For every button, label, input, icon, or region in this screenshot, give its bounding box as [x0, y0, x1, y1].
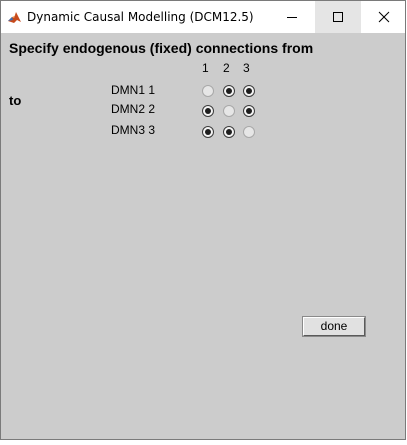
radio-dmn1-from-1: [202, 85, 214, 97]
column-header-2: 2: [223, 61, 230, 75]
minimize-button[interactable]: [269, 1, 315, 33]
window-title: Dynamic Causal Modelling (DCM12.5): [27, 10, 254, 24]
maximize-icon: [333, 12, 343, 22]
to-label: to: [9, 93, 22, 108]
minimize-icon: [287, 17, 297, 18]
row-label-dmn2: DMN2 2: [111, 102, 156, 116]
row-label-dmn3: DMN3 3: [111, 123, 156, 137]
radio-dmn3-from-2[interactable]: [223, 126, 235, 138]
dialog-heading: Specify endogenous (fixed) connections f…: [9, 40, 314, 56]
maximize-button[interactable]: [315, 1, 361, 33]
matlab-icon: [7, 10, 22, 25]
radio-dmn3-from-1[interactable]: [202, 126, 214, 138]
row-label-dmn1: DMN1 1: [111, 83, 156, 97]
radio-dmn1-from-3[interactable]: [243, 85, 255, 97]
title-bar[interactable]: Dynamic Causal Modelling (DCM12.5): [1, 1, 405, 33]
radio-dmn2-from-1[interactable]: [202, 105, 214, 117]
desktop-strip: [0, 440, 407, 445]
dialog-panel: Specify endogenous (fixed) connections f…: [1, 33, 405, 439]
radio-dmn2-from-3[interactable]: [243, 105, 255, 117]
radio-dmn1-from-2[interactable]: [223, 85, 235, 97]
dcm-window: Dynamic Causal Modelling (DCM12.5) Speci…: [0, 0, 406, 440]
close-button[interactable]: [361, 1, 407, 33]
close-icon: [378, 11, 390, 23]
column-header-1: 1: [202, 61, 209, 75]
radio-dmn3-from-3: [243, 126, 255, 138]
radio-dmn2-from-2: [223, 105, 235, 117]
column-header-3: 3: [243, 61, 250, 75]
done-button[interactable]: done: [302, 316, 366, 337]
